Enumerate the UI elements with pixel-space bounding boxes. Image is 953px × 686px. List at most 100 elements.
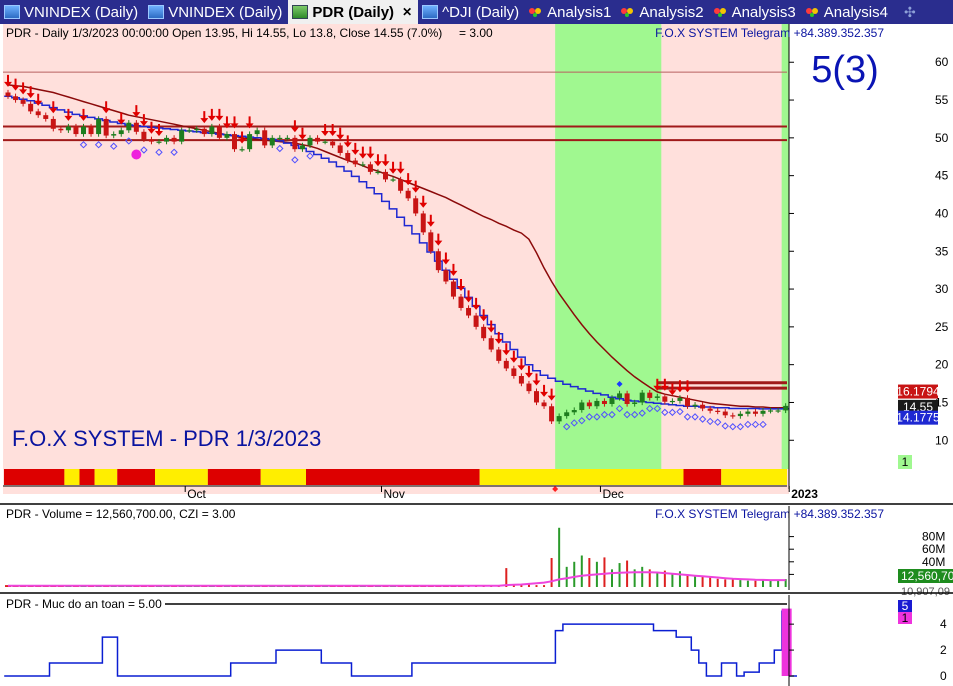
- candle-body: [526, 383, 532, 392]
- overlay-label: F.O.X SYSTEM - PDR 1/3/2023: [12, 426, 321, 451]
- candle-body: [232, 134, 237, 150]
- candle-body: [133, 122, 139, 132]
- chart-icon: [422, 5, 439, 19]
- candle-body: [413, 198, 419, 214]
- x-tick-label: 2023: [791, 487, 818, 501]
- x-tick-label: Dec: [602, 487, 623, 501]
- trend-segment: [306, 469, 480, 485]
- candle-body: [571, 410, 577, 413]
- candle-body: [518, 376, 524, 384]
- tab-label: Analysis2: [639, 3, 704, 21]
- tab-analysis2[interactable]: Analysis2: [617, 0, 709, 24]
- candle-body: [775, 410, 781, 412]
- candle-body: [20, 100, 26, 104]
- candle-body: [511, 368, 517, 377]
- volume-panel[interactable]: PDR - Volume = 12,560,700.00, CZI = 3.00…: [0, 503, 953, 598]
- tab-dji-daily[interactable]: ^DJI (Daily): [418, 0, 525, 24]
- candle-body: [88, 126, 94, 135]
- candle-body: [299, 145, 305, 150]
- candle-body: [458, 296, 464, 308]
- tab-analysis1[interactable]: Analysis1: [525, 0, 617, 24]
- tab-label: Analysis3: [731, 3, 796, 21]
- candle-body: [375, 171, 381, 174]
- volume-ma-label: 10,907,09: [901, 586, 950, 598]
- candle-body: [73, 126, 79, 135]
- x-tick-label: Oct: [187, 487, 206, 501]
- analysis-icon: [621, 6, 635, 18]
- candle-body: [209, 126, 215, 135]
- tab-analysis4[interactable]: Analysis4: [802, 0, 894, 24]
- candle-body: [677, 397, 683, 401]
- price-badge-label: 16.1794: [896, 385, 940, 399]
- candle-body: [247, 134, 253, 150]
- trend-segment: [683, 469, 722, 485]
- candle-body: [254, 130, 260, 135]
- close-icon[interactable]: ✕: [402, 5, 412, 19]
- tab-label: VNINDEX (Daily): [24, 3, 139, 21]
- candle-body: [745, 411, 751, 414]
- y-tick-label: 45: [935, 169, 949, 183]
- candle-body: [390, 179, 396, 181]
- candle-body: [35, 111, 41, 116]
- y-tick-label: 55: [935, 93, 949, 107]
- candle-body: [737, 413, 743, 417]
- chart-icon: [292, 5, 309, 19]
- candle-body: [534, 391, 539, 403]
- volume-last-label: 12,560,70: [901, 569, 953, 583]
- candle-body: [450, 281, 456, 297]
- big-wave-label: 5(3): [811, 49, 879, 91]
- tab-analysis3[interactable]: Analysis3: [710, 0, 802, 24]
- candle-body: [707, 408, 713, 411]
- candle-body: [164, 137, 170, 142]
- trend-segment: [721, 469, 787, 485]
- candle-body: [194, 128, 200, 131]
- safety-badges: 51: [898, 599, 912, 625]
- candle-body: [367, 164, 373, 172]
- tab-pdr-daily[interactable]: PDR (Daily) ✕: [288, 0, 419, 24]
- volume-header-credit: F.O.X SYSTEM Telegram +84.389.352.357: [655, 507, 884, 521]
- candle-body: [111, 134, 117, 136]
- safety-header-name: PDR - Muc do an toan = 5.00: [6, 597, 162, 611]
- candle-body: [216, 126, 222, 138]
- tab-vnindex-daily[interactable]: VNINDEX (Daily): [0, 0, 144, 24]
- trend-segment: [4, 469, 65, 485]
- safety-panel[interactable]: PDR - Muc do an toan = 5.00 4 2 0 51: [0, 592, 953, 686]
- analysis-icon: [713, 6, 728, 18]
- candle-body: [594, 400, 600, 407]
- candle-body: [662, 396, 668, 402]
- bull-zone: [781, 24, 789, 469]
- candle-body: [405, 190, 411, 199]
- candle-body: [579, 402, 585, 411]
- tab-options-icon[interactable]: ✣: [904, 4, 916, 21]
- y-tick-label: 35: [935, 244, 949, 258]
- y-tick-label: 25: [935, 320, 949, 334]
- candle-body: [284, 137, 290, 140]
- candle-body: [398, 179, 404, 191]
- candle-body: [81, 126, 86, 135]
- candle-body: [654, 396, 660, 398]
- candle-body: [118, 130, 124, 135]
- trend-segment: [155, 469, 208, 485]
- price-header-title: PDR - Daily 1/3/2023 00:00:00 Open 13.95…: [6, 26, 442, 40]
- y-tick-label: 60: [935, 55, 949, 69]
- candle-body: [330, 141, 336, 146]
- candle-body: [201, 128, 207, 135]
- candle-body: [488, 338, 494, 350]
- candle-body: [50, 118, 56, 129]
- candle-body: [639, 392, 645, 403]
- candle-body: [239, 149, 245, 151]
- tab-vnindex-daily[interactable]: VNINDEX (Daily): [144, 0, 288, 24]
- y-tick-label: 40: [935, 206, 949, 220]
- candle-body: [541, 402, 547, 407]
- candle-body: [443, 270, 449, 282]
- safety-sub-badge-label: 1: [902, 611, 909, 625]
- y-tick-label: 10: [935, 433, 949, 447]
- analysis-icon: [529, 6, 543, 18]
- candle-body: [466, 307, 472, 316]
- candle-body: [420, 213, 426, 233]
- chart-icon: [148, 5, 165, 19]
- candle-body: [322, 141, 328, 143]
- trend-segment: [260, 469, 306, 485]
- price-panel[interactable]: 1015202530354045505560 Oct Nov Dec 2023 PDR…: [3, 24, 949, 501]
- candle-body: [269, 137, 275, 146]
